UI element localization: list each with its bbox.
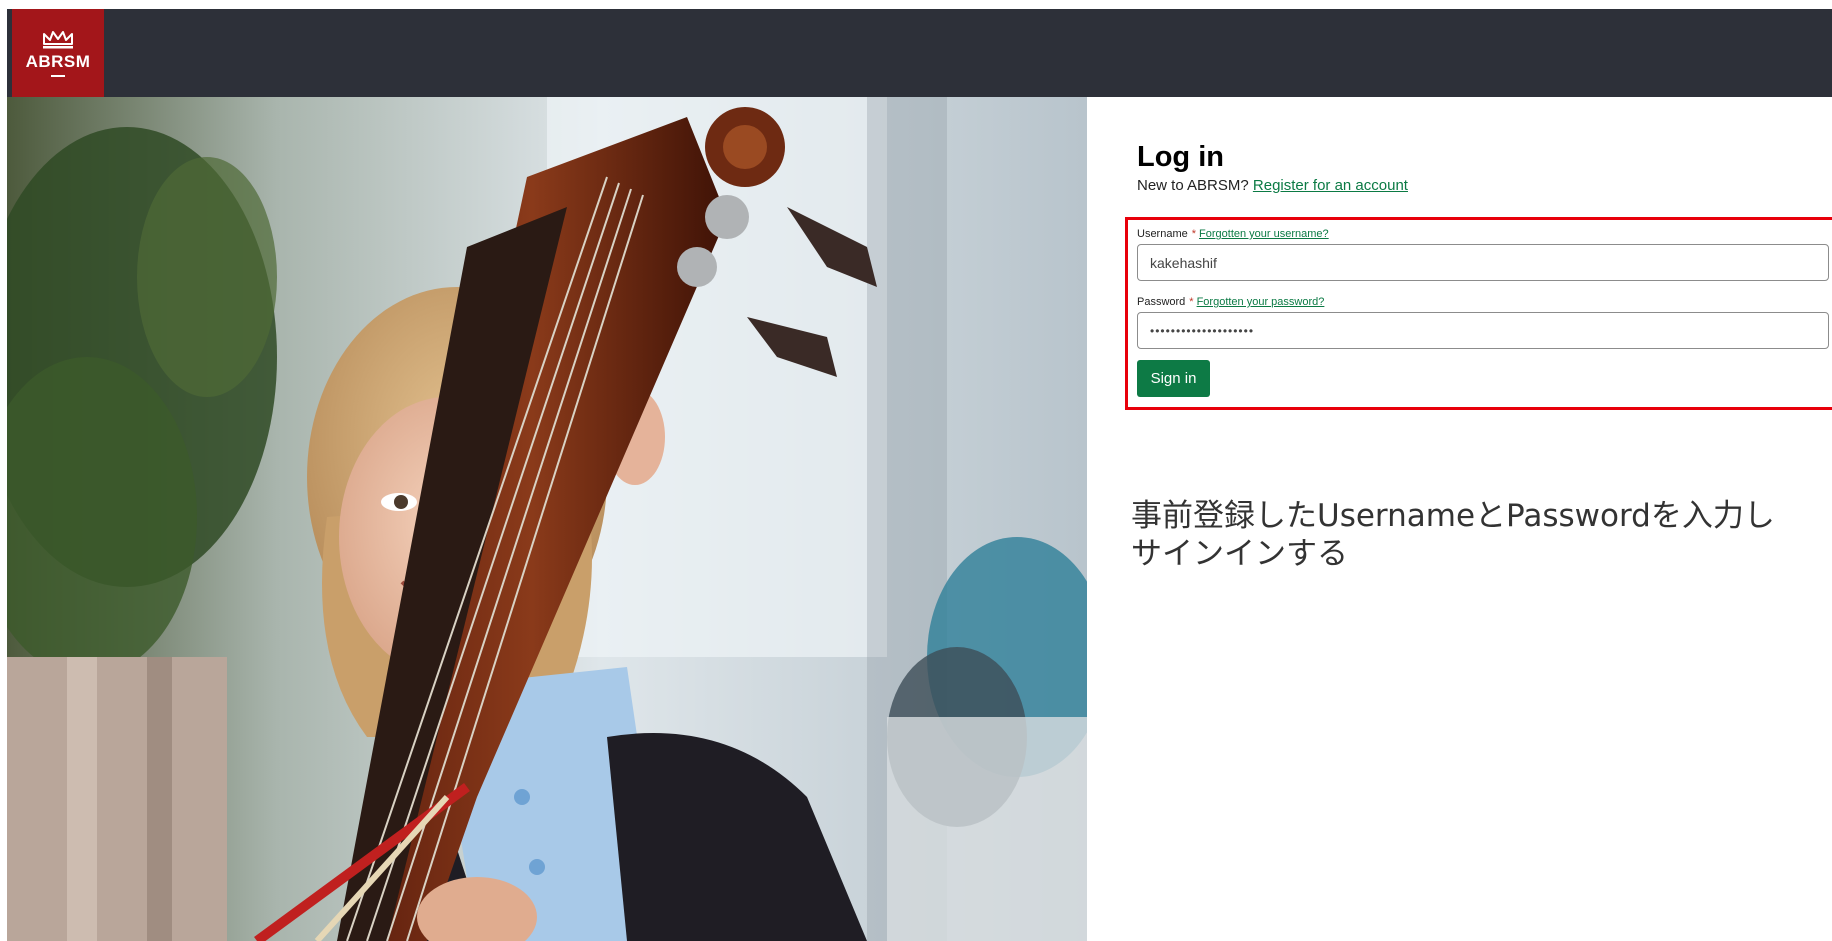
password-label-text: Password [1137, 296, 1186, 308]
girl-with-double-bass-photo [7, 97, 1087, 941]
username-input[interactable]: kakehashif [1137, 244, 1829, 281]
frame-border-top [0, 0, 1832, 9]
login-panel: Log in New to ABRSM? Register for an acc… [1087, 97, 1832, 941]
required-marker: * [1189, 296, 1194, 308]
register-link[interactable]: Register for an account [1253, 177, 1408, 194]
logo-underline [51, 75, 65, 77]
password-input[interactable]: •••••••••••••••••••• [1137, 312, 1829, 349]
logo-text: ABRSM [25, 52, 91, 71]
password-label: Password * Forgotten your password? [1137, 296, 1324, 308]
frame-border-left [0, 0, 7, 941]
forgot-username-link[interactable]: Forgotten your username? [1199, 228, 1329, 240]
register-prompt: New to ABRSM? Register for an account [1137, 177, 1408, 194]
forgot-password-link[interactable]: Forgotten your password? [1197, 296, 1325, 308]
sign-in-button[interactable]: Sign in [1137, 360, 1210, 397]
hero-photo [7, 97, 1087, 941]
instruction-line-2: サインインする [1131, 536, 1348, 572]
username-label-text: Username [1137, 228, 1188, 240]
abrsm-logo[interactable]: ABRSM [12, 9, 104, 97]
instruction-line-1: 事前登録したUsernameとPasswordを入力し [1131, 498, 1775, 534]
top-navigation-bar [7, 9, 1832, 97]
instruction-note: 事前登録したUsernameとPasswordを入力し サインインする [1131, 497, 1811, 573]
username-label: Username * Forgotten your username? [1137, 228, 1329, 240]
register-prompt-text: New to ABRSM? [1137, 177, 1249, 194]
page-title: Log in [1137, 141, 1224, 173]
page: ABRSM Log in New to ABRSM? Register for … [0, 0, 1832, 941]
crown-icon [43, 31, 73, 49]
required-marker: * [1191, 228, 1197, 240]
